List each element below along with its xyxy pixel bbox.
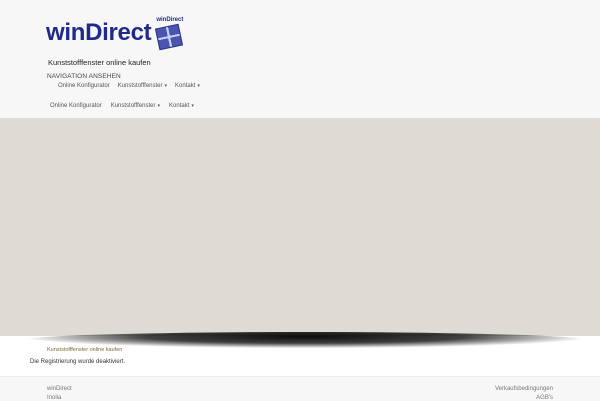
hero-shadow <box>25 332 585 348</box>
chevron-down-icon: ▾ <box>191 103 194 109</box>
site-header: winDirect winDirect Kunststofffenster on… <box>0 0 600 118</box>
primary-nav: Online Konfigurator Kunststofffenster ▾ … <box>58 83 200 89</box>
nav-item-kontakt[interactable]: Kontakt ▾ <box>175 83 200 89</box>
nav-item-label: Kunststofffenster <box>117 83 163 89</box>
window-logo-icon: winDirect <box>153 17 184 51</box>
logo-badge-text: winDirect <box>156 17 184 23</box>
breadcrumb[interactable]: Kunststofffenster online kaufen <box>47 347 122 353</box>
site-footer: winDirect Inolia Verkaufsbedingungen AGB… <box>0 376 600 401</box>
nav-item-label: Kontakt <box>175 83 196 89</box>
site-logo[interactable]: winDirect winDirect <box>46 13 186 53</box>
nav-item-label: Online Konfigurator <box>58 83 110 89</box>
site-tagline: Kunststofffenster online kaufen <box>48 58 151 67</box>
nav-item-kunststofffenster[interactable]: Kunststofffenster ▾ <box>118 83 167 89</box>
footer-subtitle[interactable]: Inolia <box>47 395 61 401</box>
registration-notice: Die Registrierung wurde deaktiviert. <box>30 359 126 365</box>
nav-item-kontakt[interactable]: Kontakt ▾ <box>169 103 194 109</box>
footer-link-terms[interactable]: Verkaufsbedingungen <box>495 386 553 392</box>
footer-site-name[interactable]: winDirect <box>47 386 72 392</box>
nav-item-label: Online Konfigurator <box>50 103 102 109</box>
chevron-down-icon: ▾ <box>197 83 200 89</box>
navigation-toggle[interactable]: NAVIGATION ANSEHEN <box>47 73 121 80</box>
hero-banner <box>0 118 600 336</box>
logo-text: winDirect <box>46 19 152 46</box>
footer-link-agb[interactable]: AGB's <box>536 395 553 401</box>
nav-item-kunststofffenster[interactable]: Kunststofffenster ▾ <box>111 103 160 109</box>
chevron-down-icon: ▾ <box>164 83 168 89</box>
nav-item-label: Kunststofffenster <box>110 103 156 109</box>
chevron-down-icon: ▾ <box>157 103 161 109</box>
window-icon <box>155 23 184 51</box>
nav-item-online-konfigurator[interactable]: Online Konfigurator <box>50 103 102 109</box>
nav-item-label: Kontakt <box>169 103 190 109</box>
secondary-nav: Online Konfigurator Kunststofffenster ▾ … <box>50 103 194 109</box>
nav-item-online-konfigurator[interactable]: Online Konfigurator <box>58 83 110 89</box>
